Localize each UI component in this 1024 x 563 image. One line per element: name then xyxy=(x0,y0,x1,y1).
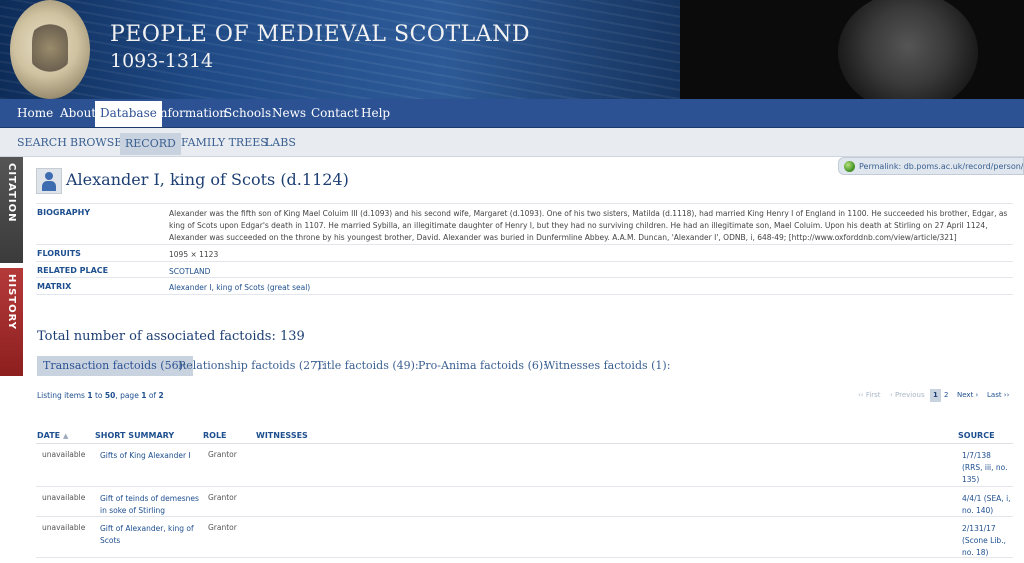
subnav-family-trees[interactable]: FAMILY TREES xyxy=(176,132,273,154)
pager-page-1[interactable]: 1 xyxy=(930,389,941,402)
pager-previous[interactable]: ‹ Previous xyxy=(890,389,925,402)
biography-label: BIOGRAPHY xyxy=(37,208,91,217)
row-date: unavailable xyxy=(42,523,86,532)
matrix-row: MATRIX Alexander I, king of Scots (great… xyxy=(36,277,1013,295)
pager-first[interactable]: ‹‹ First xyxy=(858,389,881,402)
biography-text: Alexander was the fifth son of King Mael… xyxy=(169,209,1008,242)
nav-news[interactable]: News xyxy=(267,99,311,127)
table-row: unavailable Gifts of King Alexander I Gr… xyxy=(36,444,1013,487)
row-date: unavailable xyxy=(42,493,86,502)
table-row: unavailable Gift of teinds of demesnes i… xyxy=(36,487,1013,517)
subnav-record[interactable]: RECORD xyxy=(120,133,181,155)
tab-relationship-factoids[interactable]: Relationship factoids (27): xyxy=(172,356,331,376)
seal-logo-left[interactable] xyxy=(10,0,90,99)
pager-page-2[interactable]: 2 xyxy=(944,389,948,402)
related-place-row: RELATED PLACE SCOTLAND xyxy=(36,261,1013,278)
nav-help[interactable]: Help xyxy=(356,99,395,127)
listing-pages: 2 xyxy=(158,391,164,400)
listing-from: 1 xyxy=(87,391,93,400)
floruits-value: 1095 × 1123 xyxy=(169,250,219,259)
factoid-total: Total number of associated factoids: 139 xyxy=(37,329,305,344)
listing-of-word: of xyxy=(148,391,157,400)
column-header-date[interactable]: DATE ▲ xyxy=(37,431,68,440)
listing-to-word: to xyxy=(94,391,103,400)
site-years: 1093-1314 xyxy=(110,50,214,72)
biography-row: BIOGRAPHY Alexander was the fifth son of… xyxy=(36,203,1013,244)
person-icon xyxy=(36,168,62,194)
listing-info: Listing items 1 to 50, page 1 of 2 xyxy=(37,391,164,400)
row-date: unavailable xyxy=(42,450,86,459)
pager-next[interactable]: Next › xyxy=(957,389,978,402)
floruits-label: FLORUITS xyxy=(37,249,81,258)
nav-home[interactable]: Home xyxy=(12,99,58,127)
sort-arrow-icon: ▲ xyxy=(62,432,69,440)
row-summary-link[interactable]: Gift of teinds of demesnes in soke of St… xyxy=(100,493,200,517)
subnav-browse[interactable]: BROWSE xyxy=(65,132,127,154)
row-source-link[interactable]: 4/4/1 (SEA, i, no. 140) xyxy=(962,493,1012,517)
subnav-labs[interactable]: LABS xyxy=(260,132,301,154)
site-header: PEOPLE OF MEDIEVAL SCOTLAND 1093-1314 xyxy=(0,0,1024,99)
globe-icon xyxy=(844,161,855,172)
tab-pro-anima-factoids[interactable]: Pro-Anima factoids (6): xyxy=(412,356,553,376)
main-nav: Home About Database Information Schools … xyxy=(0,99,1024,128)
permalink-text: Permalink: db.poms.ac.uk/record/person/2… xyxy=(859,162,1024,171)
tab-title-factoids[interactable]: Title factoids (49): xyxy=(310,356,425,376)
citation-tab[interactable]: CITATION xyxy=(0,157,23,263)
column-header-source[interactable]: SOURCE xyxy=(958,431,995,440)
header-banner xyxy=(0,0,680,99)
row-source-link[interactable]: 1/7/138 (RRS, iii, no. 135) xyxy=(962,450,1012,486)
row-role: Grantor xyxy=(208,493,237,502)
tab-witnesses-factoids[interactable]: Witnesses factoids (1): xyxy=(538,356,676,376)
pager-last[interactable]: Last ›› xyxy=(987,389,1009,402)
tab-transaction-factoids[interactable]: Transaction factoids (56): xyxy=(37,356,193,376)
date-header-label: DATE xyxy=(37,431,61,440)
floruits-row: FLORUITS 1095 × 1123 xyxy=(36,244,1013,261)
listing-to: 50 xyxy=(104,391,116,400)
row-source-link[interactable]: 2/131/17 (Scone Lib., no. 18) xyxy=(962,523,1012,559)
column-header-role[interactable]: ROLE xyxy=(203,431,227,440)
citation-tab-label: CITATION xyxy=(6,163,17,223)
row-summary-link[interactable]: Gifts of King Alexander I xyxy=(100,450,200,462)
related-place-label: RELATED PLACE xyxy=(37,266,109,275)
column-header-witnesses[interactable]: WITNESSES xyxy=(256,431,308,440)
site-title[interactable]: PEOPLE OF MEDIEVAL SCOTLAND xyxy=(110,22,530,47)
seal-image-right xyxy=(838,0,978,99)
listing-page-word: , page xyxy=(115,391,139,400)
sub-nav: SEARCH BROWSE RECORD FAMILY TREES LABS xyxy=(0,128,1024,157)
table-row: unavailable Gift of Alexander, king of S… xyxy=(36,517,1013,558)
matrix-label: MATRIX xyxy=(37,282,72,291)
row-summary-link[interactable]: Gift of Alexander, king of Scots xyxy=(100,523,200,547)
row-role: Grantor xyxy=(208,450,237,459)
column-header-summary[interactable]: SHORT SUMMARY xyxy=(95,431,174,440)
nav-contact[interactable]: Contact xyxy=(306,99,364,127)
listing-prefix: Listing items xyxy=(37,391,85,400)
listing-page: 1 xyxy=(141,391,147,400)
record-title: Alexander I, king of Scots (d.1124) xyxy=(66,170,349,189)
history-tab-label: HISTORY xyxy=(6,274,17,331)
permalink-box[interactable]: Permalink: db.poms.ac.uk/record/person/2… xyxy=(838,157,1024,175)
matrix-link[interactable]: Alexander I, king of Scots (great seal) xyxy=(169,282,1009,294)
history-tab[interactable]: HISTORY xyxy=(0,268,23,376)
subnav-search[interactable]: SEARCH xyxy=(12,132,72,154)
row-role: Grantor xyxy=(208,523,237,532)
